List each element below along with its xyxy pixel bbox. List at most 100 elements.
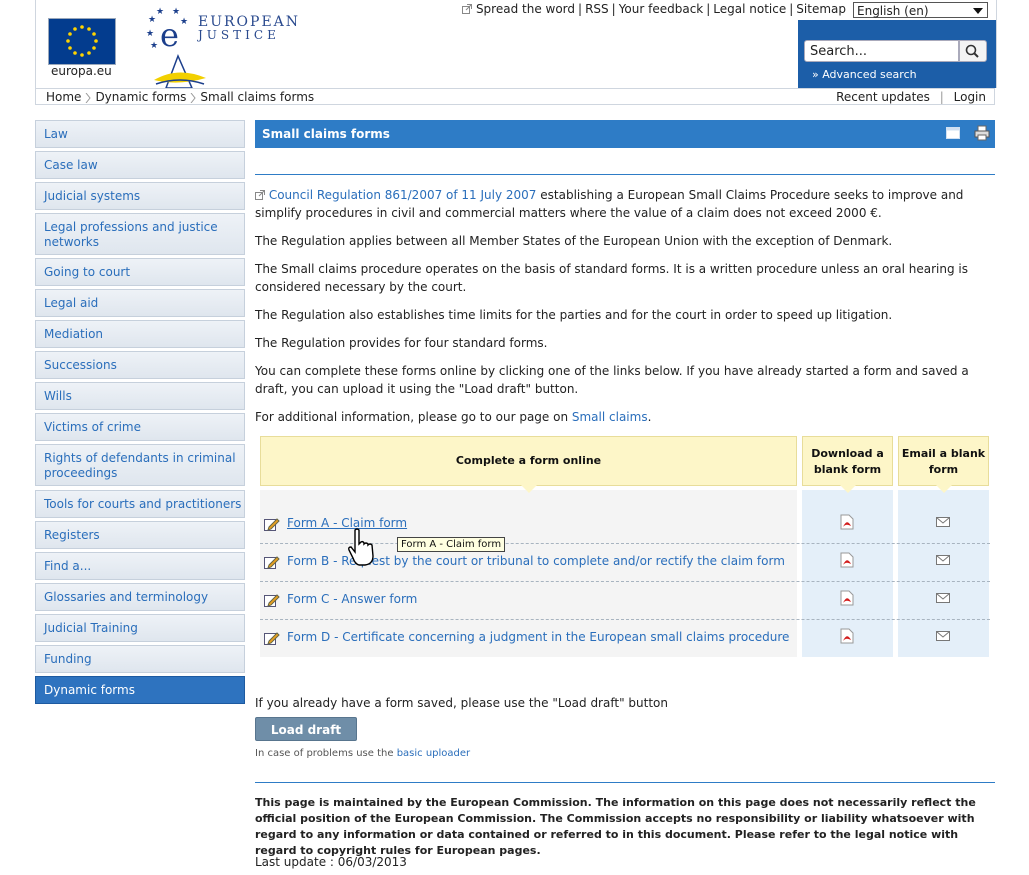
sidebar-item-victims-of-crime[interactable]: Victims of crime <box>35 413 245 441</box>
external-link-icon <box>462 4 473 14</box>
top-link-spread[interactable]: Spread the word <box>476 2 575 16</box>
sidebar-item-funding[interactable]: Funding <box>35 645 245 673</box>
problem-note: In case of problems use the basic upload… <box>255 748 470 759</box>
eu-flag-logo[interactable] <box>48 18 116 65</box>
external-link-icon <box>255 190 265 200</box>
sidebar-item-mediation[interactable]: Mediation <box>35 320 245 348</box>
logo-line2: JUSTICE <box>198 28 280 42</box>
sidebar-item-label: Dynamic forms <box>44 683 135 697</box>
email-icon[interactable] <box>936 517 950 527</box>
svg-text:★: ★ <box>146 29 154 39</box>
advanced-search-link[interactable]: » Advanced search <box>812 68 917 81</box>
sidebar-item-label: Judicial Training <box>44 621 138 635</box>
sidebar-item-label: Mediation <box>44 327 104 341</box>
more-info-prefix: For additional information, please go to… <box>255 410 572 424</box>
small-claims-link[interactable]: Small claims <box>572 410 648 424</box>
column-header-online: Complete a form online <box>260 436 797 493</box>
sidebar-item-wills[interactable]: Wills <box>35 382 245 410</box>
edit-form-icon <box>264 594 280 607</box>
email-icon[interactable] <box>936 555 950 565</box>
svg-text:★: ★ <box>180 17 188 27</box>
form-d-link[interactable]: Form D - Certificate concerning a judgme… <box>287 630 789 644</box>
sidebar-item-rights-of-defendants[interactable]: Rights of defendants in criminal proceed… <box>35 444 245 486</box>
tooltip: Form A - Claim form <box>397 537 506 552</box>
pdf-icon[interactable] <box>839 590 855 606</box>
problem-prefix: In case of problems use the <box>255 748 397 759</box>
language-select[interactable]: English (en) <box>853 2 988 18</box>
svg-text:★: ★ <box>150 41 158 51</box>
search-button[interactable] <box>959 40 987 62</box>
chevron-right-icon <box>191 92 197 103</box>
sidebar-item-successions[interactable]: Successions <box>35 351 245 379</box>
paragraph-more-info: For additional information, please go to… <box>255 408 985 426</box>
pdf-icon[interactable] <box>839 628 855 644</box>
load-draft-button[interactable]: Load draft <box>255 717 357 741</box>
sidebar-item-label: Case law <box>44 158 98 172</box>
paragraph-instructions: You can complete these forms online by c… <box>255 364 969 396</box>
sidebar-item-label: Funding <box>44 652 92 666</box>
sidebar-item-label: Tools for courts and practitioners <box>44 497 242 511</box>
page-title-bar: Small claims forms <box>255 120 995 148</box>
row-divider <box>260 619 990 620</box>
top-link-sitemap[interactable]: Sitemap <box>796 2 846 16</box>
breadcrumb-dynamic-forms[interactable]: Dynamic forms <box>95 90 186 104</box>
recent-updates-link[interactable]: Recent updates <box>836 90 930 104</box>
sidebar-item-case-law[interactable]: Case law <box>35 151 245 179</box>
sidebar-item-legal-aid[interactable]: Legal aid <box>35 289 245 317</box>
paragraph-standard-forms: The Regulation provides for four standar… <box>255 336 548 350</box>
sidebar-item-glossaries[interactable]: Glossaries and terminology <box>35 583 245 611</box>
sidebar-item-dynamic-forms[interactable]: Dynamic forms <box>35 676 245 704</box>
sidebar-item-label: Rights of defendants in criminal proceed… <box>44 451 236 480</box>
search-input[interactable]: Search... <box>804 40 959 62</box>
sidebar-item-going-to-court[interactable]: Going to court <box>35 258 245 286</box>
sidebar-item-tools-for-courts[interactable]: Tools for courts and practitioners <box>35 490 245 518</box>
draft-prompt: If you already have a form saved, please… <box>255 696 668 710</box>
sidebar-item-law[interactable]: Law <box>35 120 245 148</box>
sidebar-item-label: Going to court <box>44 265 131 279</box>
paragraph-time-limits: The Regulation also establishes time lim… <box>255 308 893 322</box>
sidebar-item-legal-professions[interactable]: Legal professions and justice networks <box>35 213 245 255</box>
top-link-feedback[interactable]: Your feedback <box>619 2 704 16</box>
form-c-link[interactable]: Form C - Answer form <box>287 592 417 606</box>
top-link-rss[interactable]: RSS <box>585 2 609 16</box>
regulation-link[interactable]: Council Regulation 861/2007 of 11 July 2… <box>269 188 537 202</box>
top-link-legal[interactable]: Legal notice <box>713 2 786 16</box>
more-info-suffix: . <box>647 410 652 424</box>
chevron-right-icon <box>86 92 92 103</box>
sidebar-item-judicial-training[interactable]: Judicial Training <box>35 614 245 642</box>
breadcrumb-home[interactable]: Home <box>46 90 81 104</box>
search-icon <box>965 44 979 58</box>
email-icon[interactable] <box>936 631 950 641</box>
header-pointer <box>935 485 952 493</box>
row-divider <box>260 581 990 582</box>
edit-form-icon <box>264 518 280 531</box>
header-pointer <box>839 485 856 493</box>
email-icon[interactable] <box>936 593 950 603</box>
sidebar-item-find-a[interactable]: Find a... <box>35 552 245 580</box>
edit-form-icon <box>264 556 280 569</box>
login-link[interactable]: Login <box>954 90 986 104</box>
paragraph-procedure: The Small claims procedure operates on t… <box>255 262 968 294</box>
pdf-icon[interactable] <box>839 514 855 530</box>
search-panel: Search... » Advanced search <box>798 20 996 88</box>
column-header-download-label: Download a blank form <box>811 447 884 476</box>
sidebar-item-label: Law <box>44 127 68 141</box>
breadcrumb-bar: Home Dynamic forms Small claims forms Rece… <box>35 88 995 105</box>
sidebar-item-label: Victims of crime <box>44 420 141 434</box>
header-pointer <box>520 485 537 493</box>
last-update: Last update : 06/03/2013 <box>255 855 407 869</box>
basic-uploader-link[interactable]: basic uploader <box>397 748 470 759</box>
svg-text:★: ★ <box>148 15 156 25</box>
sidebar-item-label: Wills <box>44 389 72 403</box>
europa-label[interactable]: europa.eu <box>51 64 112 78</box>
column-header-email-label: Email a blank form <box>901 447 986 476</box>
column-header-online-label: Complete a form online <box>455 454 602 467</box>
sidebar-item-registers[interactable]: Registers <box>35 521 245 549</box>
sidebar-item-judicial-systems[interactable]: Judicial systems <box>35 182 245 210</box>
window-icon[interactable] <box>946 127 960 139</box>
print-icon[interactable] <box>974 125 990 141</box>
pdf-icon[interactable] <box>839 552 855 568</box>
top-links: Spread the word | RSS | Your feedback | Legal … <box>462 2 846 16</box>
edit-form-icon <box>264 632 280 645</box>
paragraph-scope: The Regulation applies between all Membe… <box>255 234 893 248</box>
